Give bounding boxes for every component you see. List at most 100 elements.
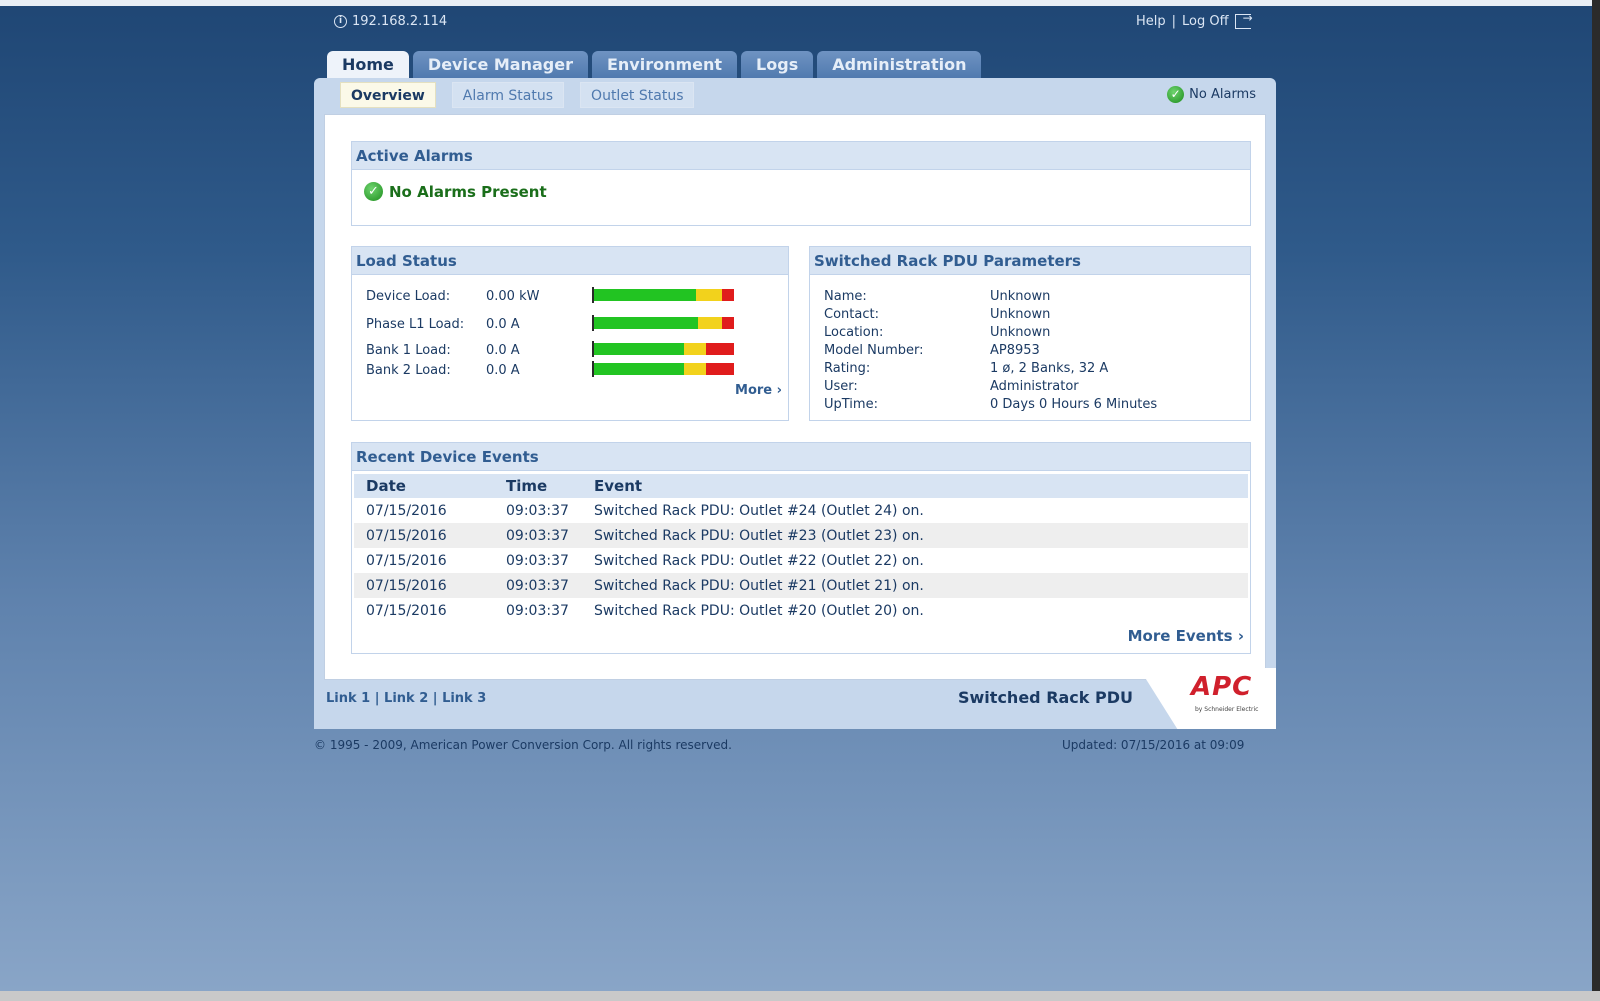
ip-address: i 192.168.2.114 [334,14,447,29]
load-bar-green [594,343,684,355]
event-text: Switched Rack PDU: Outlet #20 (Outlet 20… [594,602,924,619]
load-label: Device Load: [366,289,451,304]
param-value: AP8953 [990,343,1040,358]
param-value: 1 ø, 2 Banks, 32 A [990,361,1109,376]
param-label: Name: [824,289,867,304]
main-panel: Overview Alarm Status Outlet Status ✓ No… [314,78,1276,729]
load-bar-yellow [698,317,722,329]
active-alarms-title: Active Alarms [352,142,1250,170]
pdu-parameters-title: Switched Rack PDU Parameters [810,247,1250,275]
param-label: Rating: [824,361,871,376]
load-bar-green [594,317,698,329]
event-text: Switched Rack PDU: Outlet #24 (Outlet 24… [594,502,924,519]
load-bar-red [706,363,734,375]
top-links: Help | Log Off [1136,11,1253,29]
logoff-link[interactable]: Log Off [1182,14,1229,29]
load-bar-red [722,289,734,301]
load-value: 0.0 A [486,363,520,378]
param-value: Unknown [990,289,1051,304]
param-label: User: [824,379,858,394]
event-date: 07/15/2016 [366,502,447,519]
load-bar-yellow [684,363,706,375]
event-text: Switched Rack PDU: Outlet #22 (Outlet 22… [594,552,924,569]
pdu-parameters-box: Switched Rack PDU Parameters Name: Unkno… [809,246,1251,421]
tab-logs[interactable]: Logs [741,51,814,79]
table-row: 07/15/2016 09:03:37 Switched Rack PDU: O… [354,598,1248,623]
event-date: 07/15/2016 [354,573,494,598]
param-label: Location: [824,325,884,340]
load-value: 0.0 A [486,317,520,332]
logoff-icon[interactable] [1234,11,1253,29]
apc-logo-text: APC [1191,672,1253,702]
load-status-title: Load Status [352,247,788,275]
param-value: 0 Days 0 Hours 6 Minutes [990,397,1158,412]
active-alarms-box: Active Alarms ✓ No Alarms Present [351,141,1251,226]
event-time: 09:03:37 [506,552,569,569]
event-text: Switched Rack PDU: Outlet #21 (Outlet 21… [582,573,1248,598]
footer-links: Link 1 | Link 2 | Link 3 [326,691,486,706]
load-status-box: Load Status Device Load: 0.00 kW Phase L… [351,246,789,421]
event-date: 07/15/2016 [366,602,447,619]
alarm-status-text: No Alarms [1189,87,1256,102]
tab-administration[interactable]: Administration [817,51,982,79]
load-more-link[interactable]: More › [735,383,782,398]
content-area: Active Alarms ✓ No Alarms Present Load S… [324,114,1266,680]
load-value: 0.0 A [486,343,520,358]
updated-timestamp: Updated: 07/15/2016 at 09:09 [1062,738,1245,752]
no-alarms-message: ✓ No Alarms Present [364,182,547,201]
tab-device-manager[interactable]: Device Manager [412,51,588,79]
events-table: Date Time Event 07/15/2016 09:03:37 Swit… [354,474,1248,623]
recent-events-title: Recent Device Events [352,443,1250,471]
param-label: UpTime: [824,397,878,412]
footer-link-3[interactable]: Link 3 [442,691,486,706]
separator: | [1171,14,1177,29]
load-bar-yellow [696,289,722,301]
apc-logo-subtext: by Schneider Electric [1195,706,1259,713]
window-top-edge [0,0,1600,6]
separator: | [432,691,438,706]
events-header-row: Date Time Event [354,474,1248,498]
load-bar-red [722,317,734,329]
tab-home[interactable]: Home [327,51,409,79]
sub-tabs: Overview Alarm Status Outlet Status [340,82,695,108]
load-bar-yellow [684,343,706,355]
param-value: Unknown [990,307,1051,322]
load-bar [592,361,734,377]
param-label: Contact: [824,307,879,322]
param-label: Model Number: [824,343,924,358]
footer-link-1[interactable]: Link 1 [326,691,370,706]
window-bottom-edge [0,991,1600,1001]
footer-link-2[interactable]: Link 2 [384,691,428,706]
window-right-edge [1592,0,1600,1001]
load-bar-red [706,343,734,355]
recent-events-box: Recent Device Events Date Time Event 07/… [351,442,1251,654]
event-date: 07/15/2016 [354,523,494,548]
event-time: 09:03:37 [494,523,582,548]
column-header-event: Event [582,474,1248,498]
event-time: 09:03:37 [506,502,569,519]
load-bar [592,287,734,303]
apc-logo: APC by Schneider Electric [1139,668,1276,729]
event-time: 09:03:37 [494,573,582,598]
subtab-alarm-status[interactable]: Alarm Status [451,82,565,108]
ip-address-text: 192.168.2.114 [352,14,448,29]
subtab-outlet-status[interactable]: Outlet Status [580,82,695,108]
copyright: © 1995 - 2009, American Power Conversion… [314,738,732,752]
help-link[interactable]: Help [1136,14,1166,29]
load-label: Bank 2 Load: [366,363,451,378]
event-text: Switched Rack PDU: Outlet #23 (Outlet 23… [582,523,1248,548]
more-events-link[interactable]: More Events › [1128,627,1244,645]
alarm-status-indicator[interactable]: ✓ No Alarms [1167,86,1256,103]
table-row: 07/15/2016 09:03:37 Switched Rack PDU: O… [354,548,1248,573]
load-value: 0.00 kW [486,289,540,304]
subtab-overview[interactable]: Overview [340,82,436,108]
load-bar [592,315,734,331]
load-bar-green [594,363,684,375]
separator: | [374,691,380,706]
info-icon: i [334,15,347,28]
table-row: 07/15/2016 09:03:37 Switched Rack PDU: O… [354,498,1248,523]
product-name: Switched Rack PDU [958,688,1133,707]
column-header-time: Time [494,474,582,498]
tab-environment[interactable]: Environment [591,51,738,79]
load-bar-green [594,289,696,301]
